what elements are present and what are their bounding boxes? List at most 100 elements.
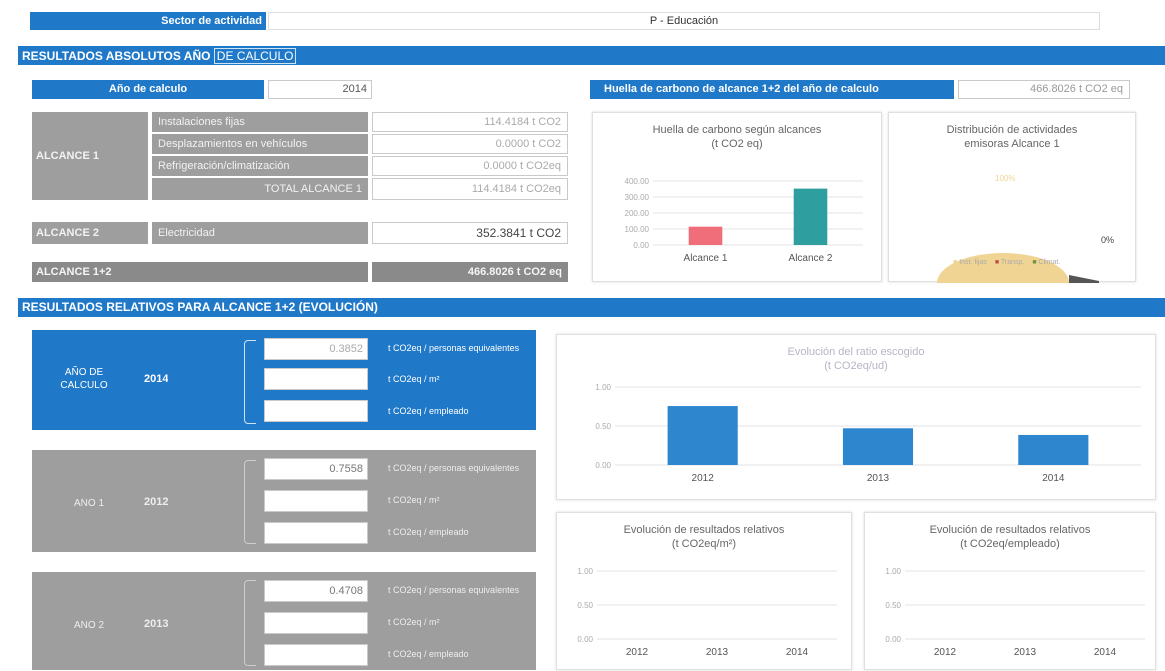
chart-distribucion-svg: 100% 0% [937,174,1114,283]
alcance12-value: 466.8026 t CO2 eq [372,262,568,282]
y-tick-label: 200.00 [625,209,650,218]
chart-evol-emp-svg: 1.00 0.50 0.00 2012 2013 2014 [885,567,1145,658]
alcance12-label: ALCANCE 1+2 [32,262,368,282]
relativo-anio2-value-personas[interactable]: 0.4708 [264,580,368,602]
anio-calculo-value[interactable]: 2014 [268,80,372,99]
chart-evol-ratio-panel: Evolución del ratio escogido (t CO2eq/ud… [556,334,1156,500]
relativo-calculo-unit-personas: t CO2eq / personas equivalentes [388,343,520,353]
alcance2-sub: Electricidad [152,222,368,244]
relativo-block-calculo-year: 2014 [144,373,169,385]
y-tick-label: 0.50 [577,601,593,610]
relativos-header: RESULTADOS RELATIVOS PARA ALCANCE 1+2 (E… [18,298,1165,317]
relativo-block-calculo-label: AÑO DE CALCULO [60,367,108,391]
x-tick-label: 2014 [786,647,809,658]
huella-total-label: Huella de carbono de alcance 1+2 del año… [590,80,954,99]
chart-distribucion-panel: Distribución de actividades emisoras Alc… [888,112,1136,283]
alcance1-value-refrigeracion: 0.0000 t CO2eq [372,156,568,176]
y-tick-label: 300.00 [625,193,650,202]
legend-swatch-climat: ■ [1032,259,1037,266]
bar-2012 [667,406,738,465]
pie-legend-inst: ■ Inst. fijas [953,259,987,266]
alcance2-label: ALCANCE 2 [32,222,148,244]
legend-swatch-inst: ■ [953,259,958,266]
relativo-block-calculo-bracket [244,340,256,424]
x-tick-label: 2013 [867,473,890,484]
pie-legend-transp: ■ Transp. [995,259,1025,266]
x-tick-label: 2013 [706,647,729,658]
absolutos-title-main: RESULTADOS ABSOLUTOS AÑO [22,49,214,63]
absolutos-title: RESULTADOS ABSOLUTOS AÑO DE CALCULO [22,48,297,64]
bar-alcance-1 [688,226,723,245]
chart-evol-m2-svg: 1.00 0.50 0.00 2012 2013 2014 [577,567,837,658]
y-tick-label: 0.00 [577,635,593,644]
relativo-anio2-unit-m2: t CO2eq / m² [388,617,440,627]
relativo-anio1-value-m2[interactable] [264,490,368,512]
relativo-anio1-value-empleado[interactable] [264,522,368,544]
alcance2-value: 352.3841 t CO2 [372,222,568,244]
relativo-anio1-unit-empleado: t CO2eq / empleado [388,527,469,537]
x-tick-label: 2014 [1094,647,1117,658]
y-tick-label: 0.50 [885,601,901,610]
x-tick-label: 2012 [692,473,715,484]
huella-total-value: 466.8026 t CO2 eq [958,80,1130,99]
chart-alcances-panel: Huella de carbono según alcances (t CO2 … [592,112,882,282]
relativo-block-anio2-label: AÑO 2 [74,620,105,631]
legend-label-inst: Inst. fijas [959,259,987,266]
relativo-anio2-value-m2[interactable] [264,612,368,634]
x-tick-label: 2013 [1014,647,1037,658]
x-tick-label: 2012 [626,647,649,658]
relativo-block-anio2-bracket [244,580,256,666]
y-tick-label: 100.00 [625,225,650,234]
pie-label-main: 100% [995,174,1015,183]
relativo-anio1-unit-personas: t CO2eq / personas equivalentes [388,463,520,473]
alcance1-value-desplazamientos: 0.0000 t CO2 [372,134,568,154]
pie-legend-climat: ■ Climat. [1032,259,1060,266]
chart-alcances-svg: 400.00 300.00 200.00 100.00 0.00 Alcance 1 Alc… [625,177,863,264]
legend-label-climat: Climat. [1038,259,1061,266]
y-tick-label: 0.00 [633,241,649,250]
x-tick-label: Alcance 2 [789,253,833,264]
relativo-calculo-value-personas[interactable]: 0.3852 [264,338,368,360]
alcance1-label: ALCANCE 1 [32,112,148,200]
chart-evol-ratio-svg: 1.00 0.50 0.00 2012 2013 2014 [595,383,1141,484]
y-tick-label: 1.00 [885,567,901,576]
x-tick-label: 2014 [1042,473,1065,484]
alcance1-row-instalaciones: Instalaciones fijas [152,112,368,132]
relativo-calculo-unit-empleado: t CO2eq / empleado [388,406,469,416]
alcance1-row-refrigeracion: Refrigeración/climatización [152,156,368,176]
absolutos-title-highlight: DE CALCULO [213,48,297,64]
pie-legend: ■ Inst. fijas ■ Transp. ■ Climat. [953,259,1060,266]
legend-label-transp: Transp. [1000,259,1025,266]
y-tick-label: 0.00 [595,461,611,470]
relativo-block-anio1-label: AÑO 1 [74,498,105,509]
y-tick-label: 1.00 [595,383,611,392]
pie-slice-inst-fijas [937,253,1069,283]
alcance1-total-value: 114.4184 t CO2eq [372,178,568,200]
y-tick-label: 400.00 [625,177,650,186]
alcance1-value-instalaciones: 114.4184 t CO2 [372,112,568,132]
alcance1-total-label: TOTAL ALCANCE 1 [152,178,368,200]
relativo-block-anio1-year: 2012 [144,496,169,508]
x-tick-label: Alcance 1 [684,253,728,264]
pie-slice-transp [1069,275,1099,283]
relativo-block-anio1-bracket [244,460,256,544]
y-tick-label: 0.00 [885,635,901,644]
bar-2013 [842,428,914,465]
chart-evol-emp-panel: Evolución de resultados relativos (t CO2… [864,512,1156,670]
x-tick-label: 2012 [934,647,957,658]
alcance1-row-desplazamientos: Desplazamientos en vehículos [152,134,368,154]
pie-label-small: 0% [1101,235,1114,245]
relativo-calculo-unit-m2: t CO2eq / m² [388,374,440,384]
relativo-calculo-value-m2[interactable] [264,368,368,390]
y-tick-label: 1.00 [577,567,593,576]
relativo-anio2-value-empleado[interactable] [264,644,368,666]
relativo-block-anio2-year: 2013 [144,618,169,630]
y-tick-label: 0.50 [595,422,611,431]
sector-value[interactable]: P - Educación [268,12,1100,30]
relativo-calculo-value-empleado[interactable] [264,400,368,422]
chart-evol-m2-panel: Evolución de resultados relativos (t CO2… [556,512,852,670]
anio-calculo-label: Año de calculo [32,80,264,99]
sector-label: Sector de actividad [30,12,266,30]
relativo-anio1-value-personas[interactable]: 0.7558 [264,458,368,480]
relativo-anio2-unit-personas: t CO2eq / personas equivalentes [388,585,520,595]
